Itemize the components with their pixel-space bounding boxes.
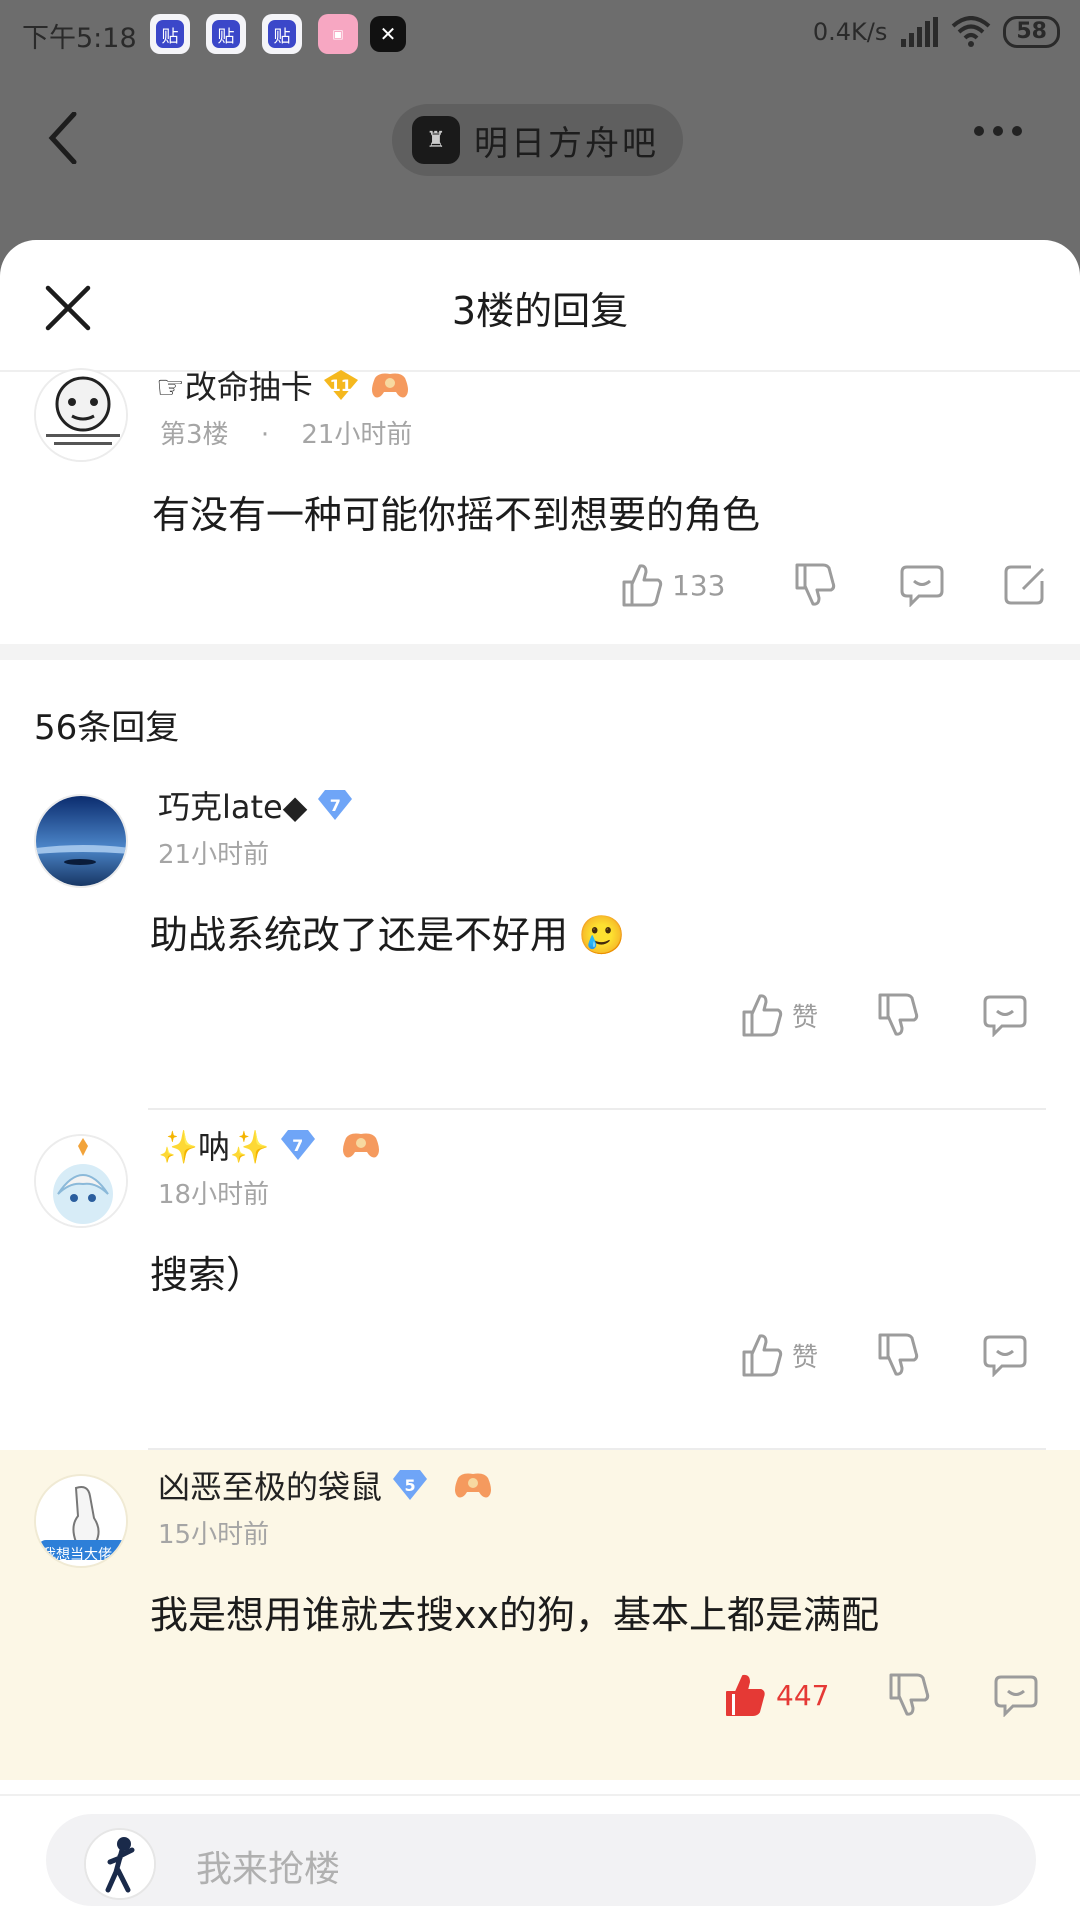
comment-bubble-icon[interactable] xyxy=(982,1333,1028,1377)
replies-sheet: 3楼的回复 ☞改命抽卡 11 第3楼 · 21小时前 有没有一种可能你摇不到想要… xyxy=(0,240,1080,1920)
tieba-icon: 贴 xyxy=(206,14,246,54)
floor-number: 第3楼 xyxy=(160,420,229,450)
avatar-caption: 我想当大佬 xyxy=(42,1547,112,1563)
like-button[interactable]: 赞 xyxy=(740,992,818,1038)
signal-icon xyxy=(901,17,939,47)
thumbs-down-icon[interactable] xyxy=(876,992,920,1038)
battery-indicator: 58 xyxy=(1003,16,1060,48)
floor-meta: 第3楼 · 21小时前 xyxy=(160,414,412,451)
username[interactable]: 凶恶至极的袋鼠 5 xyxy=(158,1462,494,1508)
reply-item: ✨呐✨ 7 18小时前 搜索） 赞 xyxy=(0,1110,1080,1450)
level-badge: 7 xyxy=(317,789,353,821)
timestamp: 18小时前 xyxy=(158,1180,270,1210)
sheet-title: 3楼的回复 xyxy=(451,289,629,333)
avatar[interactable]: 我想当大佬 xyxy=(34,1474,128,1568)
thumbs-down-icon[interactable] xyxy=(887,1672,931,1718)
capcut-icon: ✕ xyxy=(370,16,406,52)
avatar[interactable] xyxy=(34,1134,128,1228)
tieba-icon: 贴 xyxy=(150,14,190,54)
reply-count: 56条回复 xyxy=(34,708,180,748)
timestamp: 15小时前 xyxy=(158,1520,270,1550)
level-badge: 7 xyxy=(280,1129,316,1161)
tieba-icon: 贴 xyxy=(262,14,302,54)
game-controller-icon xyxy=(455,1473,492,1498)
comment-bubble-icon[interactable] xyxy=(993,1673,1039,1717)
username-text: ✨呐✨ xyxy=(158,1128,270,1166)
reply-actions: 赞 xyxy=(740,992,1028,1038)
my-avatar[interactable] xyxy=(84,1828,156,1900)
reply-text: 搜索） xyxy=(150,1253,265,1297)
level-badge: 5 xyxy=(392,1469,428,1501)
avatar[interactable] xyxy=(34,368,128,462)
like-label: 赞 xyxy=(792,1342,819,1373)
lofter-icon: ▣ xyxy=(318,14,358,54)
username-text: 凶恶至极的袋鼠 xyxy=(158,1468,383,1506)
reply-text: 我是想用谁就去搜xx的狗，基本上都是满配 xyxy=(150,1593,879,1637)
reply-actions: 赞 xyxy=(740,1332,1028,1378)
section-divider xyxy=(0,644,1080,660)
username-text: 巧克late◆ xyxy=(158,788,308,826)
network-speed: 0.4K/s xyxy=(812,18,888,46)
reply-text-content: 助战系统改了还是不好用 xyxy=(150,913,569,957)
comment-bubble-icon[interactable] xyxy=(899,563,945,607)
thumbs-up-icon xyxy=(622,564,663,607)
reply-count-header: 56条回复 xyxy=(0,660,1080,770)
timestamp: 21小时前 xyxy=(158,840,270,870)
comment-bubble-icon[interactable] xyxy=(982,993,1028,1037)
reply-actions: 447 xyxy=(722,1672,1039,1718)
sheet-header: 3楼的回复 xyxy=(0,240,1080,372)
thumbs-down-icon[interactable] xyxy=(793,562,837,608)
forum-logo-icon: ♜ xyxy=(412,116,460,164)
more-options-icon[interactable] xyxy=(974,126,1022,136)
reply-input[interactable]: 我来抢楼 xyxy=(46,1814,1036,1906)
thumbs-down-icon[interactable] xyxy=(876,1332,920,1378)
reply-item: 巧克late◆ 7 21小时前 助战系统改了还是不好用 🥲 赞 xyxy=(0,770,1080,1110)
original-comment: ☞改命抽卡 11 第3楼 · 21小时前 有没有一种可能你摇不到想要的角色 13… xyxy=(0,368,1080,644)
like-count: 133 xyxy=(672,568,726,602)
like-label: 赞 xyxy=(792,1002,819,1033)
thumbs-up-icon xyxy=(742,994,783,1037)
reply-input-bar: 我来抢楼 xyxy=(0,1794,1080,1920)
like-count: 447 xyxy=(776,1678,830,1712)
username[interactable]: 巧克late◆ 7 xyxy=(158,782,353,828)
like-button[interactable]: 133 xyxy=(620,562,725,608)
edit-reply-icon[interactable] xyxy=(1003,563,1047,607)
username[interactable]: ☞改命抽卡 11 xyxy=(156,362,411,408)
like-button[interactable]: 赞 xyxy=(740,1332,818,1378)
like-button-active[interactable]: 447 xyxy=(722,1672,829,1718)
username-text: ☞改命抽卡 xyxy=(156,368,313,406)
reply-item-highlighted: 我想当大佬 凶恶至极的袋鼠 5 15小时前 我是想用谁就去搜xx的狗，基本上都是… xyxy=(0,1450,1080,1780)
emoji: 🥲 xyxy=(578,913,626,957)
comment-actions: 133 xyxy=(620,562,1047,608)
wifi-icon xyxy=(952,16,991,47)
level-badge: 11 xyxy=(323,369,359,401)
reply-text: 助战系统改了还是不好用 🥲 xyxy=(150,904,625,959)
timestamp: 21小时前 xyxy=(301,420,413,450)
back-arrow-icon[interactable] xyxy=(48,112,78,164)
game-controller-icon xyxy=(371,373,408,398)
status-time: 下午5:18 xyxy=(22,23,137,54)
forum-pill[interactable]: ♜ 明日方舟吧 xyxy=(392,104,683,176)
game-controller-icon xyxy=(342,1133,379,1158)
username[interactable]: ✨呐✨ 7 xyxy=(158,1122,382,1168)
thumbs-up-icon xyxy=(742,1334,783,1377)
input-placeholder: 我来抢楼 xyxy=(196,1849,341,1890)
comment-text: 有没有一种可能你摇不到想要的角色 xyxy=(152,493,761,537)
status-bar: 下午5:18 贴 贴 贴 ▣ ✕ 0.4K/s 58 xyxy=(0,0,1080,70)
avatar[interactable] xyxy=(34,794,128,888)
thumbs-up-filled-icon xyxy=(726,1674,765,1716)
meta-separator: · xyxy=(260,420,270,450)
forum-name: 明日方舟吧 xyxy=(474,123,659,164)
